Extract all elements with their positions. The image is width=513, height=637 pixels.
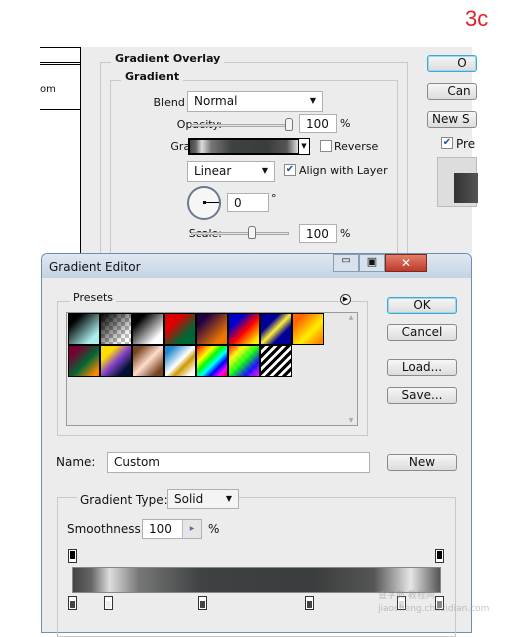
save-button[interactable]: Save...	[387, 387, 457, 404]
angle-dial[interactable]	[187, 186, 221, 220]
subsection-title: Gradient	[121, 70, 184, 83]
color-stop[interactable]	[68, 596, 77, 610]
preview-label: Pre	[456, 137, 476, 151]
align-with-layer-checkbox[interactable]: ✔	[284, 164, 296, 176]
preset-swatch[interactable]	[292, 313, 324, 345]
reverse-label: Reverse	[334, 140, 379, 153]
preset-swatch[interactable]	[100, 345, 132, 377]
smoothness-stepper[interactable]: ▶	[182, 520, 201, 538]
preset-swatch[interactable]	[100, 313, 132, 345]
preset-swatch[interactable]	[132, 313, 164, 345]
color-stop[interactable]	[198, 596, 207, 610]
style-select[interactable]: Linear ▼	[187, 161, 275, 182]
preset-swatch[interactable]	[260, 345, 292, 377]
preset-swatch[interactable]	[68, 345, 100, 377]
preset-swatch[interactable]	[132, 345, 164, 377]
blend-mode-value: Normal	[194, 94, 238, 108]
load-button[interactable]: Load...	[387, 359, 457, 376]
scale-slider-thumb[interactable]	[248, 226, 256, 239]
blend-mode-select[interactable]: Normal ▼	[187, 91, 323, 112]
layer-style-dialog: om Gradient Overlay Gradient Blend Mode:…	[40, 47, 478, 262]
opacity-slider-thumb[interactable]	[285, 118, 293, 131]
smoothness-input[interactable]: 100 ▶	[142, 519, 202, 539]
close-button[interactable]: ✕	[385, 254, 427, 272]
scale-input[interactable]: 100	[299, 224, 337, 243]
watermark: 查字典 教程网 jiaocheng.chazidian.com	[378, 591, 490, 614]
editor-ok-button[interactable]: OK	[387, 297, 457, 314]
styles-list: om	[40, 47, 81, 253]
gradient-type-value: Solid	[174, 492, 204, 506]
preset-swatch[interactable]	[196, 345, 228, 377]
gradient-editor-window: Gradient Editor ▭ ▣ ✕ Presets ▶ ▲ ▼ OK Ca…	[41, 253, 472, 637]
editor-cancel-button[interactable]: Cancel	[387, 324, 457, 341]
opacity-unit: %	[340, 117, 351, 130]
chevron-down-icon: ▼	[261, 166, 268, 175]
window-title: Gradient Editor	[49, 260, 141, 274]
preset-swatch[interactable]	[228, 345, 260, 377]
preset-swatch[interactable]	[164, 345, 196, 377]
gradient-type-label: Gradient Type:	[77, 493, 171, 507]
chevron-down-icon: ▼	[225, 494, 232, 503]
opacity-stop[interactable]	[68, 549, 77, 563]
name-input[interactable]: Custom	[107, 452, 370, 473]
minimize-button[interactable]: ▭	[333, 254, 359, 272]
presets-label: Presets	[70, 291, 117, 304]
opacity-slider[interactable]	[191, 124, 291, 127]
preset-swatch[interactable]	[260, 313, 292, 345]
smoothness-unit: %	[208, 522, 220, 536]
style-preview	[437, 157, 478, 207]
chevron-down-icon: ▼	[309, 96, 316, 105]
preview-checkbox[interactable]: ✔	[441, 137, 453, 149]
align-with-layer-label: Align with Layer	[299, 164, 388, 177]
gradient-dropdown-button[interactable]: ▼	[298, 138, 310, 155]
ok-button[interactable]: O	[427, 55, 477, 72]
title-bar[interactable]: Gradient Editor ▭ ▣ ✕	[42, 254, 471, 278]
cancel-button[interactable]: Can	[427, 83, 477, 100]
maximize-button[interactable]: ▣	[359, 254, 385, 272]
preset-swatch[interactable]	[228, 313, 260, 345]
color-stop[interactable]	[305, 596, 314, 610]
style-value: Linear	[194, 164, 232, 178]
gradient-type-select[interactable]: Solid ▼	[167, 489, 239, 509]
preset-swatch[interactable]	[196, 313, 228, 345]
angle-input[interactable]: 0	[227, 193, 269, 212]
section-title: Gradient Overlay	[111, 52, 225, 65]
color-stop[interactable]	[104, 596, 113, 610]
opacity-stop[interactable]	[435, 549, 444, 563]
gradient-preview[interactable]	[188, 138, 310, 155]
new-style-button[interactable]: New S	[427, 111, 477, 128]
step-label: 3c	[465, 6, 489, 31]
scale-unit: %	[340, 227, 351, 240]
scale-slider[interactable]	[191, 232, 289, 235]
opacity-input[interactable]: 100	[299, 114, 337, 133]
smoothness-value: 100	[149, 522, 172, 536]
preset-swatch[interactable]	[68, 313, 100, 345]
angle-unit: °	[271, 192, 277, 205]
smoothness-label: Smoothness:	[67, 522, 145, 536]
reverse-checkbox[interactable]	[320, 140, 332, 152]
name-label: Name:	[56, 455, 96, 469]
preset-swatch[interactable]	[164, 313, 196, 345]
new-button[interactable]: New	[387, 454, 457, 471]
presets-menu-icon[interactable]: ▶	[340, 294, 351, 305]
presets-scrollbar[interactable]: ▲ ▼	[346, 314, 356, 424]
